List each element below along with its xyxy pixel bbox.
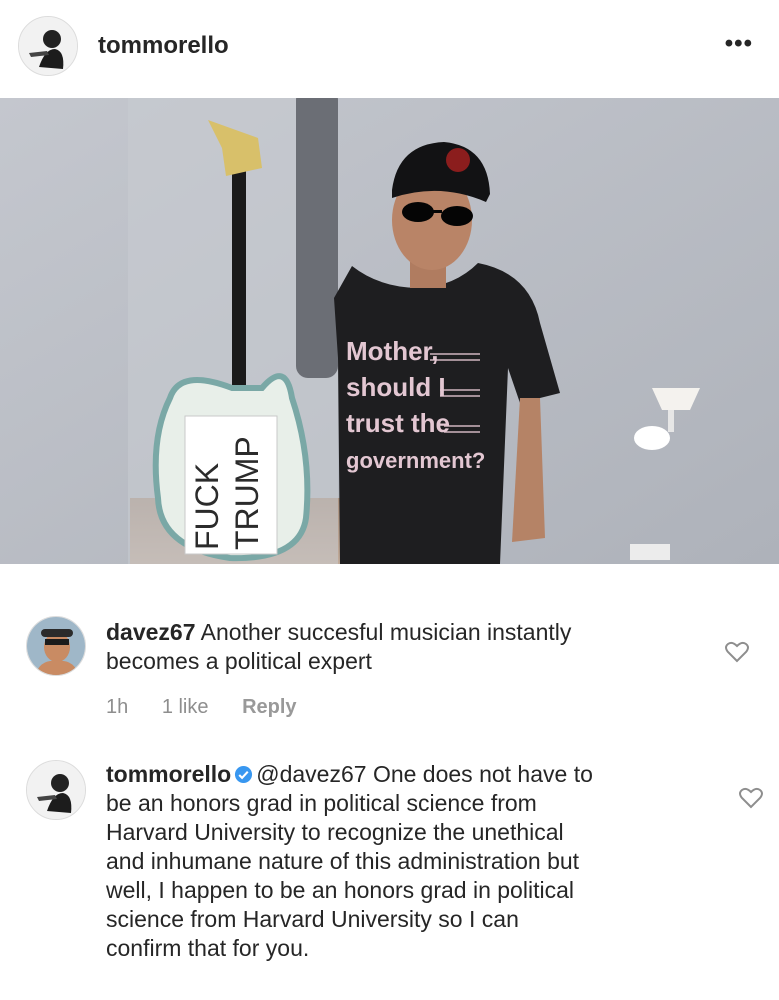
verified-badge-icon — [235, 765, 253, 784]
more-options-icon[interactable]: ••• — [725, 30, 753, 58]
commenter-avatar[interactable] — [26, 760, 86, 820]
photo-illustration: FUCK TRUMP Mother, should I trust the go… — [0, 98, 779, 564]
comment-body-line6: science from Harvard University so I can — [106, 906, 519, 932]
comment-body-line5: well, I happen to be an honors grad in p… — [106, 877, 574, 903]
shirt-text-4: government? — [346, 448, 485, 473]
comment-davez67: davez67 Another succesful musician insta… — [0, 598, 779, 738]
comment-likes[interactable]: 1 like — [162, 696, 209, 718]
comment-body-line1: One does not have to — [372, 761, 593, 787]
post-photo: FUCK TRUMP Mother, should I trust the go… — [0, 98, 779, 564]
guitarist-avatar-icon — [19, 17, 77, 75]
comment-body-line2: becomes a political expert — [106, 648, 372, 674]
shirt-text-3: trust the — [346, 408, 450, 438]
post-header: tommorello ••• — [0, 0, 779, 98]
guitar-sticker-line2: TRUMP — [229, 436, 265, 550]
comment-username[interactable]: davez67 — [106, 619, 196, 645]
header-avatar[interactable] — [18, 16, 78, 76]
comment-text: davez67 Another succesful musician insta… — [106, 618, 571, 676]
comment-username[interactable]: tommorello — [106, 761, 231, 787]
reply-button[interactable]: Reply — [242, 696, 296, 718]
commenter-avatar[interactable] — [26, 616, 86, 676]
guitarist-avatar-icon — [27, 761, 85, 819]
guitar-sticker-line1: FUCK — [189, 463, 225, 550]
post-username[interactable]: tommorello — [98, 32, 229, 60]
comment-tommorello: tommorello @davez67 One does not have to … — [0, 742, 779, 992]
like-heart-icon[interactable] — [724, 640, 750, 664]
shirt-text-2: should I — [346, 372, 446, 402]
like-heart-icon[interactable] — [738, 786, 764, 810]
comment-body-line1: Another succesful musician instantly — [200, 619, 572, 645]
shirt-text-1: Mother, — [346, 336, 438, 366]
comment-body-line2: be an honors grad in political science f… — [106, 790, 537, 816]
mention-link[interactable]: @davez67 — [256, 761, 366, 787]
comment-time: 1h — [106, 696, 129, 718]
comment-body-line7: confirm that for you. — [106, 935, 310, 961]
comment-body-line3: Harvard University to recognize the unet… — [106, 819, 564, 845]
comment-body-line4: and inhumane nature of this administrati… — [106, 848, 580, 874]
user-avatar-icon — [27, 617, 85, 675]
comment-meta: 1h 1 like Reply — [106, 696, 325, 719]
comment-text: tommorello @davez67 One does not have to … — [106, 760, 593, 963]
